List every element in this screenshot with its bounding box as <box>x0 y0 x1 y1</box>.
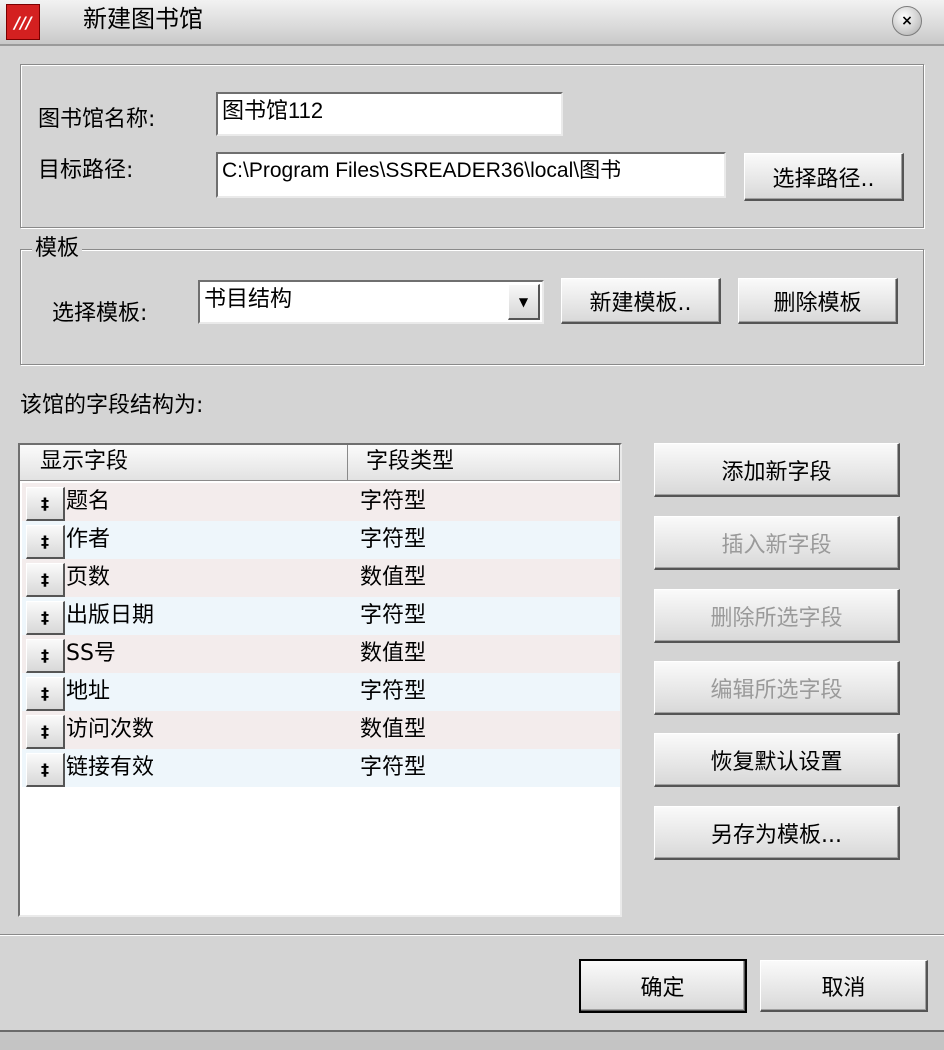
table-row[interactable]: ‡ 作者 字符型 <box>22 521 620 559</box>
field-type: 字符型 <box>360 679 427 704</box>
drag-handle-icon[interactable]: ‡ <box>26 487 65 521</box>
app-logo-icon: /// <box>6 4 40 40</box>
drag-handle-icon[interactable]: ‡ <box>26 753 65 787</box>
close-button[interactable]: × <box>892 6 922 36</box>
library-name-input[interactable]: 图书馆112 <box>216 92 563 136</box>
template-selected-value: 书目结构 <box>204 286 293 311</box>
footer-separator <box>0 934 944 936</box>
field-type: 数值型 <box>360 641 427 666</box>
field-type: 字符型 <box>360 489 427 514</box>
table-row[interactable]: ‡ 访问次数 数值型 <box>22 711 620 749</box>
table-row[interactable]: ‡ SS号 数值型 <box>22 635 620 673</box>
field-type: 字符型 <box>360 603 427 628</box>
add-field-button[interactable]: 添加新字段 <box>654 443 900 497</box>
delete-selected-field-button[interactable]: 删除所选字段 <box>654 589 900 643</box>
fields-heading: 该馆的字段结构为: <box>20 393 204 418</box>
select-template-label: 选择模板: <box>52 301 148 326</box>
drag-handle-icon[interactable]: ‡ <box>26 639 65 673</box>
drag-handle-icon[interactable]: ‡ <box>26 525 65 559</box>
dropdown-arrow-icon[interactable]: ▼ <box>508 284 540 320</box>
window-title: 新建图书馆 <box>83 5 203 33</box>
drag-handle-icon[interactable]: ‡ <box>26 715 65 749</box>
field-name: 出版日期 <box>66 603 155 628</box>
cancel-button[interactable]: 取消 <box>760 960 928 1012</box>
column-header-field-type[interactable]: 字段类型 <box>348 445 620 481</box>
restore-defaults-button[interactable]: 恢复默认设置 <box>654 733 900 787</box>
save-as-template-button[interactable]: 另存为模板... <box>654 806 900 860</box>
edit-selected-field-button[interactable]: 编辑所选字段 <box>654 661 900 715</box>
table-row[interactable]: ‡ 地址 字符型 <box>22 673 620 711</box>
field-type: 字符型 <box>360 755 427 780</box>
field-name: 题名 <box>66 489 111 514</box>
field-name: 链接有效 <box>66 755 155 780</box>
table-row[interactable]: ‡ 链接有效 字符型 <box>22 749 620 787</box>
field-name: 作者 <box>66 527 111 552</box>
drag-handle-icon[interactable]: ‡ <box>26 677 65 711</box>
table-row[interactable]: ‡ 页数 数值型 <box>22 559 620 597</box>
field-name: SS号 <box>66 641 116 666</box>
insert-field-button[interactable]: 插入新字段 <box>654 516 900 570</box>
field-type: 数值型 <box>360 565 427 590</box>
delete-template-button[interactable]: 删除模板 <box>738 278 898 324</box>
target-path-label: 目标路径: <box>38 158 134 183</box>
field-type: 数值型 <box>360 717 427 742</box>
ok-button[interactable]: 确定 <box>579 959 747 1013</box>
drag-handle-icon[interactable]: ‡ <box>26 601 65 635</box>
library-info-group <box>20 64 924 228</box>
close-icon: × <box>901 13 913 29</box>
new-template-button[interactable]: 新建模板.. <box>561 278 721 324</box>
table-row[interactable]: ‡ 题名 字符型 <box>22 483 620 521</box>
taskbar-strip <box>0 1030 944 1050</box>
field-name: 页数 <box>66 565 111 590</box>
field-type: 字符型 <box>360 527 427 552</box>
target-path-input[interactable]: C:\Program Files\SSREADER36\local\图书 <box>216 152 726 198</box>
template-group-title: 模板 <box>32 236 83 262</box>
choose-path-button[interactable]: 选择路径.. <box>744 153 904 201</box>
template-select[interactable]: 书目结构 <box>198 280 544 324</box>
column-header-display-field[interactable]: 显示字段 <box>20 445 348 481</box>
library-name-label: 图书馆名称: <box>38 107 156 132</box>
table-row[interactable]: ‡ 出版日期 字符型 <box>22 597 620 635</box>
drag-handle-icon[interactable]: ‡ <box>26 563 65 597</box>
field-name: 访问次数 <box>66 717 155 742</box>
field-list[interactable]: 显示字段 字段类型 ‡ 题名 字符型 ‡ 作者 字符型 ‡ 页数 数值型 ‡ 出… <box>18 443 622 917</box>
field-name: 地址 <box>66 679 111 704</box>
